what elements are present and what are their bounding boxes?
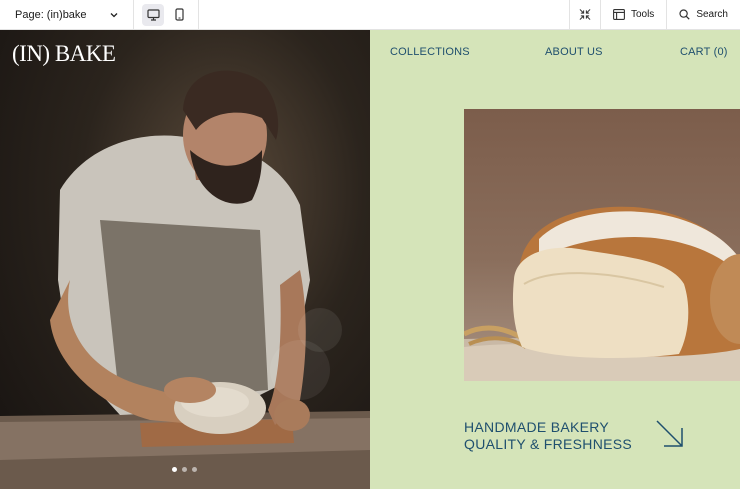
carousel-dot-1[interactable] xyxy=(172,467,177,472)
device-switcher xyxy=(134,0,199,29)
site-canvas: (IN) BAKE COLLECTIONS ABOUT US CART (0) xyxy=(0,30,740,489)
baker-illustration xyxy=(0,70,370,489)
tagline: HANDMADE BAKERY QUALITY & FRESHNESS xyxy=(464,419,632,453)
tagline-line-1: HANDMADE BAKERY xyxy=(464,419,610,435)
search-icon xyxy=(679,9,690,20)
search-button[interactable]: Search xyxy=(666,0,740,29)
zoom-out-button[interactable] xyxy=(568,0,600,29)
carousel-dot-3[interactable] xyxy=(192,467,197,472)
collapse-arrows-icon xyxy=(579,9,591,20)
search-label: Search xyxy=(696,9,728,20)
page-selector-label: Page: (in)bake xyxy=(15,8,87,21)
editor-toolbar: Page: (in)bake Tools Search xyxy=(0,0,740,30)
arrow-down-right-icon[interactable] xyxy=(655,419,685,449)
tagline-line-2: QUALITY & FRESHNESS xyxy=(464,436,633,452)
site-logo[interactable]: (IN) BAKE xyxy=(12,41,116,67)
chevron-down-icon xyxy=(110,12,118,17)
bread-illustration xyxy=(464,206,740,381)
hero-image: (IN) BAKE xyxy=(0,30,370,489)
tools-button[interactable]: Tools xyxy=(599,0,666,29)
desktop-icon xyxy=(146,8,160,21)
mobile-view-button[interactable] xyxy=(168,4,190,26)
tools-label: Tools xyxy=(630,9,655,20)
bread-photo xyxy=(464,109,740,381)
desktop-view-button[interactable] xyxy=(142,3,164,26)
nav-collections-link[interactable]: COLLECTIONS xyxy=(390,46,470,58)
content-panel: COLLECTIONS ABOUT US CART (0) HANDMADE B… xyxy=(370,30,740,489)
page-selector[interactable]: Page: (in)bake xyxy=(0,0,134,29)
carousel-dot-2[interactable] xyxy=(182,467,187,472)
mobile-icon xyxy=(174,8,184,21)
tools-icon xyxy=(613,9,625,20)
carousel-indicators xyxy=(172,467,197,472)
nav-cart-link[interactable]: CART (0) xyxy=(680,46,728,58)
nav-about-link[interactable]: ABOUT US xyxy=(545,46,603,58)
